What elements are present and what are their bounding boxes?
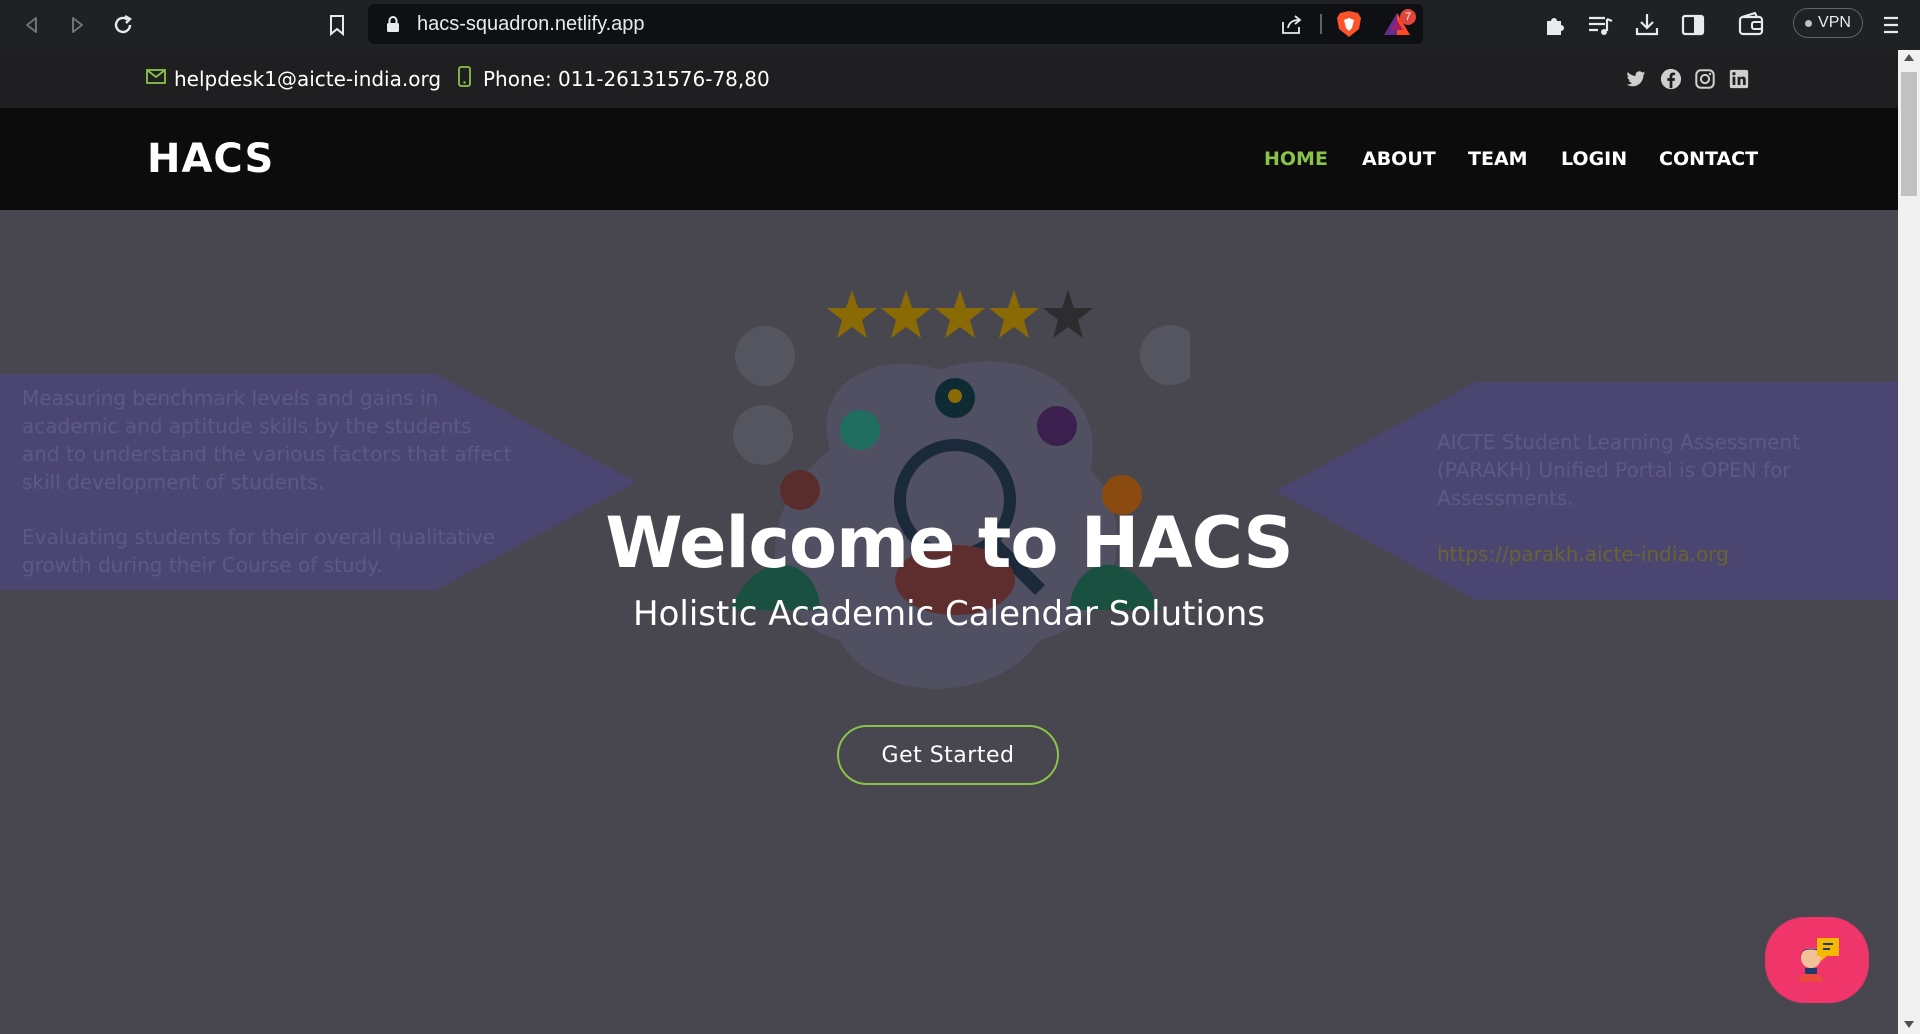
twitter-icon[interactable]	[1625, 68, 1647, 90]
vpn-label: VPN	[1818, 14, 1851, 31]
download-icon[interactable]	[1633, 11, 1661, 39]
mail-icon	[146, 69, 166, 84]
chatbot-button[interactable]	[1765, 917, 1869, 1003]
nav-about[interactable]: ABOUT	[1362, 148, 1436, 170]
vpn-status-icon	[1805, 19, 1813, 27]
hero-section: Measuring benchmark levels and gains in …	[0, 210, 1898, 1034]
url-text[interactable]: hacs-squadron.netlify.app	[417, 13, 645, 36]
extensions-icon[interactable]	[1541, 11, 1569, 39]
browser-toolbar: hacs-squadron.netlify.app 7 VPN	[0, 0, 1920, 50]
vpn-button[interactable]: VPN	[1793, 8, 1863, 38]
nav-login[interactable]: LOGIN	[1561, 148, 1627, 170]
address-bar[interactable]: hacs-squadron.netlify.app 7	[368, 4, 1423, 44]
star-icon	[1043, 290, 1093, 338]
page-scrollbar[interactable]	[1898, 50, 1920, 1034]
star-icon	[935, 290, 985, 338]
scroll-up-icon[interactable]	[1904, 54, 1914, 61]
brave-shield-icon[interactable]	[1336, 10, 1362, 38]
facebook-icon[interactable]	[1660, 68, 1682, 90]
chatbot-avatar-icon	[1799, 938, 1839, 982]
right-banner-paragraph: AICTE Student Learning Assessment (PARAK…	[1437, 430, 1800, 510]
forward-icon[interactable]	[62, 10, 92, 40]
email-link[interactable]: helpdesk1@aicte-india.org	[174, 67, 441, 91]
wallet-icon[interactable]	[1737, 11, 1765, 39]
site-logo[interactable]: HACS	[147, 136, 274, 182]
hero-subtitle: Holistic Academic Calendar Solutions	[633, 594, 1265, 634]
scrollbar-thumb[interactable]	[1901, 72, 1917, 196]
playlist-icon[interactable]	[1586, 11, 1614, 39]
hero-title: Welcome to HACS	[605, 502, 1293, 584]
star-icon	[989, 290, 1039, 338]
reload-icon[interactable]	[108, 10, 138, 40]
contact-topbar: helpdesk1@aicte-india.org Phone: 011-261…	[0, 50, 1898, 108]
instagram-icon[interactable]	[1694, 68, 1716, 90]
scroll-down-icon[interactable]	[1904, 1021, 1914, 1028]
get-started-button[interactable]: Get Started	[837, 725, 1059, 785]
divider	[1320, 14, 1322, 34]
rating-stars	[827, 290, 1093, 338]
nav-team[interactable]: TEAM	[1468, 148, 1528, 170]
left-banner-paragraph: Measuring benchmark levels and gains in …	[22, 386, 512, 494]
lock-icon[interactable]	[386, 15, 400, 33]
site-header: HACS HOME ABOUT TEAM LOGIN CONTACT	[0, 108, 1898, 210]
nav-home[interactable]: HOME	[1264, 148, 1328, 170]
menu-icon[interactable]	[1877, 11, 1905, 39]
star-icon	[827, 290, 877, 338]
star-icon	[881, 290, 931, 338]
back-icon[interactable]	[17, 10, 47, 40]
bookmark-icon[interactable]	[322, 10, 352, 40]
phone-number: Phone: 011-26131576-78,80	[483, 67, 770, 91]
linkedin-icon[interactable]	[1728, 68, 1750, 90]
sidebar-icon[interactable]	[1679, 11, 1707, 39]
share-icon[interactable]	[1280, 12, 1304, 36]
nav-contact[interactable]: CONTACT	[1659, 148, 1758, 170]
phone-icon	[458, 66, 471, 87]
rewards-badge: 7	[1400, 9, 1416, 25]
